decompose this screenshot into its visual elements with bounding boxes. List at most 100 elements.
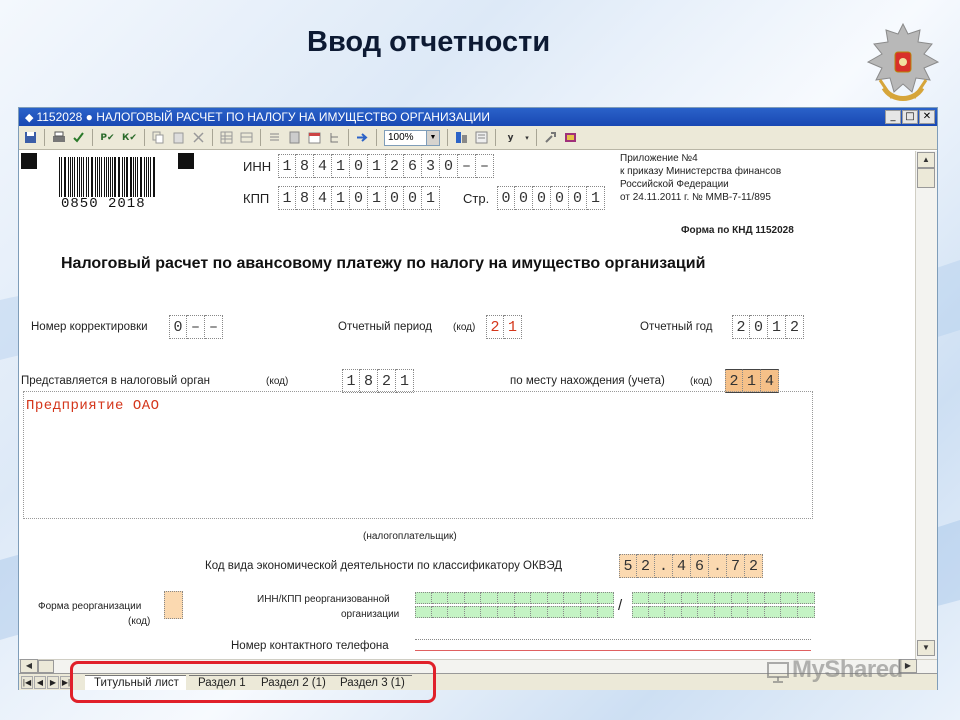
minimize-button[interactable]: _	[885, 110, 901, 124]
empty-cell	[514, 606, 532, 618]
field-cell: 2	[386, 154, 404, 178]
empty-cell	[497, 606, 515, 618]
barcode-bar	[121, 157, 123, 197]
vertical-scrollbar[interactable]: ▲ ▼	[915, 151, 937, 659]
location-field[interactable]: 214	[725, 369, 779, 393]
check-icon[interactable]	[69, 128, 88, 147]
field-cell: 0	[750, 315, 768, 339]
row-add-icon[interactable]	[237, 128, 256, 147]
correction-field[interactable]: 0– –	[169, 315, 223, 339]
barcode-bar	[140, 157, 143, 197]
page-field[interactable]: 000001	[497, 186, 605, 210]
field-cell: 1	[504, 315, 522, 339]
empty-cell	[431, 606, 449, 618]
tax-office-code-hint: (код)	[266, 376, 289, 387]
toolbar-separator	[376, 129, 377, 146]
maximize-button[interactable]: □	[902, 110, 918, 124]
empty-cell	[681, 592, 699, 604]
empty-cell	[547, 606, 565, 618]
empty-cell	[597, 592, 615, 604]
barcode-bar	[59, 157, 61, 197]
settings-icon[interactable]	[541, 128, 560, 147]
chevron-down-icon[interactable]: ▾	[522, 128, 532, 147]
close-button[interactable]: ✕	[919, 110, 935, 124]
reorg-kpp-field[interactable]	[632, 592, 815, 604]
period-code-hint: (код)	[453, 322, 476, 333]
period-label: Отчетный период	[338, 321, 433, 333]
arrow-right-icon[interactable]	[353, 128, 372, 147]
field-cell: 6	[404, 154, 422, 178]
kpp-field[interactable]: 184101001	[278, 186, 440, 210]
empty-cell	[464, 592, 482, 604]
field-cell: –	[476, 154, 494, 178]
empty-cell	[531, 592, 548, 604]
calendar-icon[interactable]	[305, 128, 324, 147]
field-cell: 8	[360, 369, 378, 393]
chevron-down-icon[interactable]: ▼	[426, 130, 439, 145]
barcode-number: 0850 2018	[61, 196, 146, 212]
field-cell: 1	[332, 154, 350, 178]
delete-icon[interactable]	[189, 128, 208, 147]
tree-icon[interactable]	[325, 128, 344, 147]
reorg-kpp-field-lower[interactable]	[632, 606, 815, 618]
period-field[interactable]: 21	[486, 315, 522, 339]
h-scroll-thumb[interactable]	[38, 660, 54, 673]
empty-cell	[781, 606, 798, 618]
toolbar-separator	[212, 129, 213, 146]
presentation-icon	[767, 662, 789, 683]
empty-cell	[415, 592, 432, 604]
empty-cell	[748, 606, 765, 618]
filter-icon[interactable]	[452, 128, 471, 147]
toolbar-separator	[44, 129, 45, 146]
empty-cell	[564, 592, 581, 604]
form-settings-icon[interactable]	[472, 128, 491, 147]
coat-of-arms-icon	[866, 22, 940, 101]
first-sheet-icon[interactable]: |◀	[21, 676, 33, 689]
barcode-bar	[94, 157, 96, 197]
check-k-button[interactable]: К✔	[119, 128, 140, 147]
inn-field[interactable]: 1 8 4 1 0 1 2 6 3 0– –	[278, 154, 494, 178]
empty-cell	[448, 592, 465, 604]
calculator-icon[interactable]	[285, 128, 304, 147]
reorg-inn-field[interactable]	[415, 592, 615, 604]
field-cell: 0	[533, 186, 551, 210]
reorg-inn-field-lower[interactable]	[415, 606, 615, 618]
phone-field[interactable]	[415, 639, 811, 653]
scroll-thumb[interactable]	[917, 168, 935, 188]
year-field[interactable]: 2012	[732, 315, 804, 339]
reorg-form-field[interactable]	[164, 591, 183, 619]
scroll-left-icon[interactable]: ◀	[20, 659, 38, 673]
empty-cell	[665, 606, 682, 618]
empty-cell	[580, 592, 598, 604]
next-sheet-icon[interactable]: ▶	[47, 676, 59, 689]
empty-cell	[681, 606, 699, 618]
field-cell: 1	[368, 186, 386, 210]
check-r-button[interactable]: Р✔	[97, 128, 118, 147]
empty-cell	[797, 606, 815, 618]
list-icon[interactable]	[265, 128, 284, 147]
appendix-note: Приложение №4 к приказу Министерства фин…	[620, 152, 781, 204]
paste-icon[interactable]	[169, 128, 188, 147]
copy-icon[interactable]	[149, 128, 168, 147]
u-dropdown-button[interactable]: у	[500, 128, 521, 147]
empty-cell	[648, 606, 666, 618]
field-cell: 2	[486, 315, 504, 339]
okved-field[interactable]: 52.46.72	[619, 554, 763, 578]
table-icon[interactable]	[217, 128, 236, 147]
tax-office-field[interactable]: 1821	[342, 369, 414, 393]
prev-sheet-icon[interactable]: ◀	[34, 676, 46, 689]
book-icon[interactable]	[561, 128, 580, 147]
window-controls: _ □ ✕	[885, 110, 935, 124]
empty-cell	[764, 606, 782, 618]
field-cell: 8	[296, 154, 314, 178]
barcode-bar	[72, 157, 74, 197]
org-name-field[interactable]: Предприятие ОАО	[23, 391, 813, 519]
barcode-bar	[112, 157, 114, 197]
scroll-up-icon[interactable]: ▲	[917, 152, 935, 168]
save-icon[interactable]	[21, 128, 40, 147]
reorg-inn-label: ИНН/КПП реорганизованной	[257, 594, 390, 605]
print-icon[interactable]	[49, 128, 68, 147]
window-titlebar[interactable]: ◆ 1152028 ● НАЛОГОВЫЙ РАСЧЕТ ПО НАЛОГУ НА…	[19, 108, 937, 126]
zoom-select[interactable]: 100% ▼	[384, 129, 440, 146]
scroll-down-icon[interactable]: ▼	[917, 640, 935, 656]
